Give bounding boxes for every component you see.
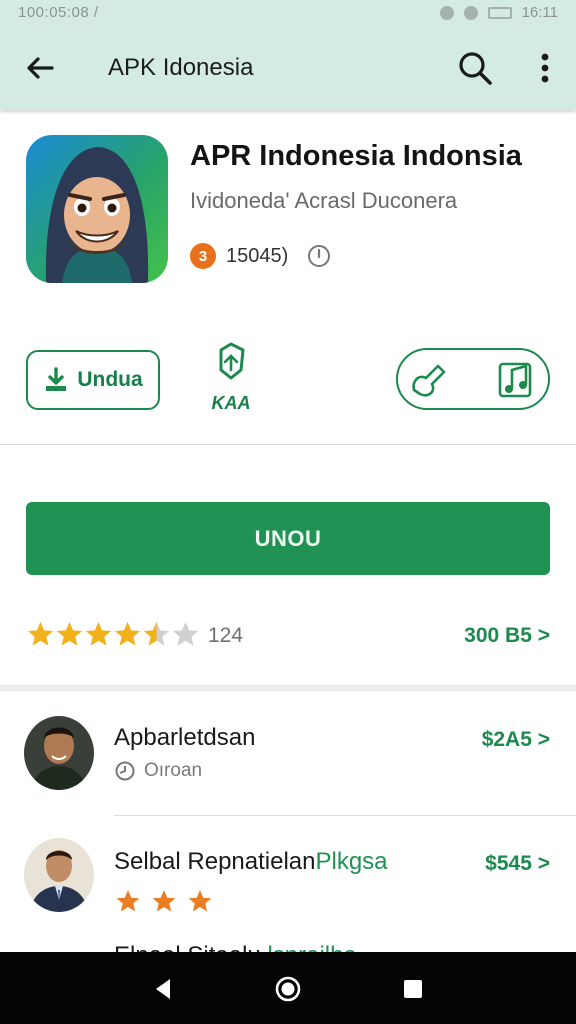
star-half-icon: [143, 621, 170, 646]
download-label: Undua: [77, 368, 143, 391]
mid-action[interactable]: KAA: [205, 340, 257, 414]
star-icon: [27, 621, 54, 646]
review-stars: [114, 888, 214, 914]
info-icon[interactable]: [306, 243, 332, 269]
status-bar: 100:05:08 / 16:11: [0, 0, 576, 28]
list-item[interactable]: Selbal RepnatielanPlkgsa $545 >: [0, 822, 576, 942]
app-meta: 3 15045): [190, 240, 332, 272]
notification-icon: [439, 5, 454, 20]
star-icon: [56, 621, 83, 646]
avatar: [24, 716, 94, 790]
download-icon: [46, 367, 67, 391]
battery-icon: [487, 6, 512, 19]
nav-home-icon[interactable]: [273, 974, 303, 1004]
nav-recents-icon[interactable]: [398, 974, 428, 1004]
rating-count: 124: [208, 624, 244, 647]
app-bar: APK Idonesia: [0, 28, 576, 110]
age-rating-badge: 3: [190, 243, 216, 269]
app-developer[interactable]: Ividoneda' Acrasl Duconera: [190, 188, 457, 214]
media-pill[interactable]: [396, 348, 550, 410]
review-price[interactable]: $545 >: [485, 852, 550, 876]
status-time: 16:11: [521, 4, 558, 21]
review-sub: Oıroan: [114, 760, 202, 782]
rating-row[interactable]: 124 300 B5 >: [26, 618, 550, 654]
rating-stars: [26, 618, 200, 650]
star-icon: [114, 621, 141, 646]
app-bar-title: APK Idonesia: [108, 54, 254, 81]
mid-action-label: KAA: [211, 393, 251, 413]
review-name: Apbarletdsan: [114, 724, 256, 751]
back-arrow-icon[interactable]: [22, 50, 58, 86]
search-icon[interactable]: [455, 48, 495, 88]
music-note-icon[interactable]: [494, 356, 540, 402]
review-name-text: Selbal Repnatielan: [114, 848, 316, 875]
download-button[interactable]: Undua: [26, 350, 160, 410]
primary-download-button[interactable]: UNOU: [26, 502, 550, 575]
edit-icon[interactable]: [408, 360, 448, 400]
divider: [0, 444, 576, 445]
review-sub-text: Oıroan: [144, 760, 203, 781]
system-nav-bar: [0, 952, 576, 1024]
nav-back-icon[interactable]: [148, 974, 178, 1004]
wifi-icon: [463, 5, 478, 20]
divider: [114, 815, 576, 816]
review-tag: Plkgsa: [315, 848, 388, 875]
clock-icon: [115, 761, 135, 781]
star-icon: [152, 890, 176, 912]
avatar: [24, 838, 94, 912]
star-icon: [85, 621, 112, 646]
status-right: 16:11: [439, 4, 558, 21]
section-separator: [0, 685, 576, 691]
review-name: Selbal RepnatielanPlkgsa: [114, 848, 388, 876]
star-icon: [188, 890, 212, 912]
app-meta-text: 15045): [226, 244, 289, 267]
list-item[interactable]: Apbarletdsan Oıroan $2A5 >: [0, 700, 576, 820]
rating-link[interactable]: 300 B5 >: [464, 624, 550, 648]
star-icon: [116, 890, 140, 912]
review-price[interactable]: $2A5 >: [482, 728, 550, 752]
share-icon: [219, 342, 245, 380]
status-left-text: 100:05:08 /: [18, 4, 99, 21]
more-vert-icon[interactable]: [530, 48, 560, 88]
star-empty-icon: [172, 621, 199, 646]
app-icon: [26, 135, 168, 283]
app-name: APR Indonesia Indonsia: [190, 140, 522, 172]
